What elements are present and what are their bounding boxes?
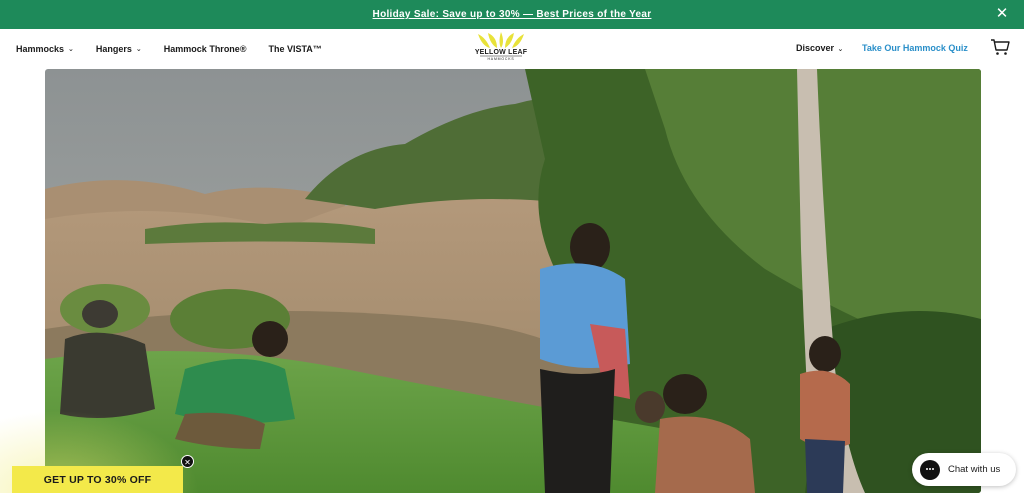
close-icon[interactable]: ✕ (181, 455, 194, 468)
chat-button[interactable]: Chat with us (912, 453, 1016, 486)
chat-bubble-icon (920, 459, 940, 480)
nav-item-hammocks[interactable]: Hammocks ⌄ (16, 44, 74, 54)
hammock-quiz-link[interactable]: Take Our Hammock Quiz (862, 43, 968, 53)
nav-item-the-vista[interactable]: The VISTA™ (268, 44, 321, 54)
logo-subtext: HAMMOCKS (487, 57, 515, 61)
nav-item-label: Hammocks (16, 44, 65, 54)
promo-label: GET UP TO 30% OFF (43, 473, 152, 486)
nav-item-discover[interactable]: Discover ⌄ (796, 43, 843, 53)
chevron-down-icon: ⌄ (135, 46, 142, 53)
close-icon[interactable]: ✕ (994, 6, 1010, 22)
main-nav: Hammocks ⌄ Hangers ⌄ Hammock Throne® The… (0, 29, 1024, 69)
announcement-bar: Holiday Sale: Save up to 30% — Best Pric… (0, 0, 1024, 29)
chevron-down-icon: ⌄ (68, 46, 74, 53)
nav-item-label: Hammock Throne® (163, 44, 247, 54)
nav-item-hammock-throne[interactable]: Hammock Throne® (164, 44, 247, 54)
nav-item-hangers[interactable]: Hangers ⌄ (96, 44, 142, 54)
cart-icon[interactable] (990, 38, 1010, 56)
logo[interactable]: YELLOW LEAF HAMMOCKS (472, 32, 530, 66)
promo-tab[interactable]: GET UP TO 30% OFF (12, 466, 183, 493)
logo-text: YELLOW LEAF (474, 49, 528, 56)
nav-item-label: The VISTA™ (268, 44, 322, 54)
nav-item-label: Discover (796, 43, 835, 53)
nav-item-label: Hangers (95, 44, 132, 54)
announcement-link[interactable]: Holiday Sale: Save up to 30% — Best Pric… (373, 9, 652, 20)
chat-label: Chat with us (948, 464, 1001, 475)
chevron-down-icon: ⌄ (837, 46, 844, 53)
nav-left: Hammocks ⌄ Hangers ⌄ Hammock Throne® The… (16, 29, 322, 69)
